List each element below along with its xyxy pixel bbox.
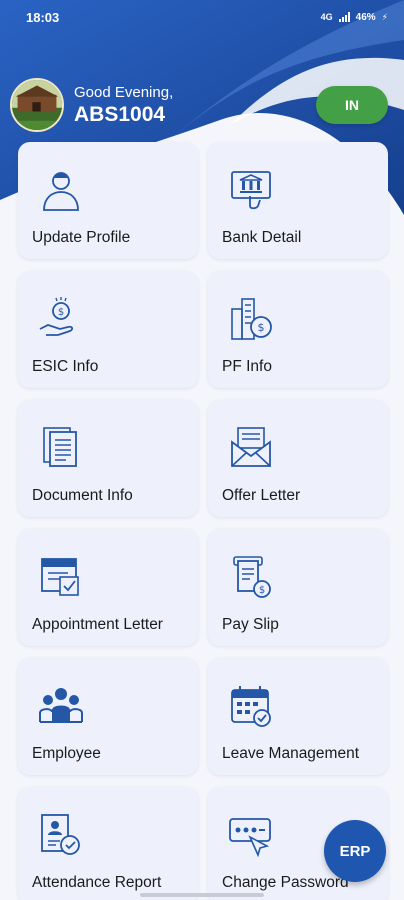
card-attendance-report[interactable]: Attendance Report xyxy=(18,787,198,900)
card-label: Change Password xyxy=(222,874,349,891)
card-label: Leave Management xyxy=(222,745,360,762)
greeting-block: Good Evening, ABS1004 xyxy=(10,78,173,132)
avatar[interactable] xyxy=(10,78,64,132)
city-money-icon: $ xyxy=(231,298,272,340)
status-time: 18:03 xyxy=(26,9,60,25)
card-esic-info[interactable]: $ ESIC Info xyxy=(18,271,198,388)
card-label: Pay Slip xyxy=(222,616,279,633)
document-icon xyxy=(43,427,77,467)
user-id: ABS1004 xyxy=(74,102,166,126)
appointment-letter-icon xyxy=(41,558,79,596)
envelope-letter-icon xyxy=(231,427,271,467)
charging-icon: ⚡ xyxy=(381,11,388,22)
status-icons: 4G 46% ⚡ xyxy=(321,12,388,23)
calendar-check-icon xyxy=(231,686,271,727)
svg-text:$: $ xyxy=(258,321,265,334)
card-label: PF Info xyxy=(222,358,272,375)
user-profile-icon xyxy=(43,172,79,211)
card-appointment-letter[interactable]: Appointment Letter xyxy=(18,529,198,646)
bank-icon xyxy=(231,171,271,210)
network-type-icon: 4G xyxy=(320,12,333,22)
card-label: Offer Letter xyxy=(222,487,301,504)
card-label: Document Info xyxy=(32,487,133,504)
svg-text:$: $ xyxy=(259,585,265,596)
card-label: Update Profile xyxy=(32,229,131,246)
card-update-profile[interactable]: Update Profile xyxy=(18,142,198,259)
svg-text:$: $ xyxy=(58,307,64,318)
card-document-info[interactable]: Document Info xyxy=(18,400,198,517)
pay-slip-icon: $ xyxy=(233,556,271,598)
card-pay-slip[interactable]: $ Pay Slip xyxy=(208,529,388,646)
card-label: Appointment Letter xyxy=(32,616,163,633)
home-indicator xyxy=(140,893,264,897)
card-label: Bank Detail xyxy=(222,229,302,246)
card-bank-detail[interactable]: Bank Detail xyxy=(208,142,388,259)
card-pf-info[interactable]: $ PF Info xyxy=(208,271,388,388)
greeting-text: Good Evening, xyxy=(74,83,174,101)
card-label: Employee xyxy=(32,745,101,762)
card-employee[interactable]: Employee xyxy=(18,658,198,775)
card-leave-management[interactable]: Leave Management xyxy=(208,658,388,775)
password-icon xyxy=(229,818,271,857)
battery-percent: 46% xyxy=(355,11,376,23)
card-label: ESIC Info xyxy=(32,358,99,375)
card-offer-letter[interactable]: Offer Letter xyxy=(208,400,388,517)
punch-in-button[interactable]: IN xyxy=(316,86,388,124)
card-label: Attendance Report xyxy=(32,874,162,891)
attendance-report-icon xyxy=(41,814,80,855)
signal-icon xyxy=(338,12,350,22)
team-icon xyxy=(39,688,83,723)
money-hand-icon: $ xyxy=(39,297,74,336)
menu-grid: Update Profile Bank Detail $ ESIC Info $ xyxy=(18,142,388,900)
erp-fab-button[interactable]: ERP xyxy=(324,820,386,882)
status-bar: 18:03 4G 46% ⚡ xyxy=(0,0,404,34)
